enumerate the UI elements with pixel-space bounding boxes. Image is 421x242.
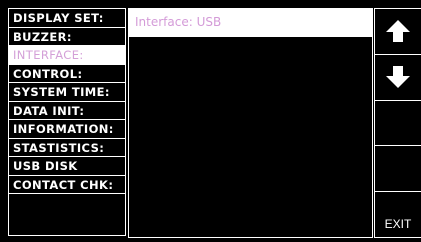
menu-item-contact-chk[interactable]: CONTACT CHK: xyxy=(9,176,125,194)
down-softkey[interactable] xyxy=(375,55,421,101)
menu-item-data-init[interactable]: DATA INIT: xyxy=(9,102,125,120)
blank-softkey-4[interactable] xyxy=(375,146,421,193)
detail-panel: Interface: USB xyxy=(128,8,373,238)
up-softkey[interactable] xyxy=(375,9,421,55)
settings-menu: DISPLAY SET: BUZZER: INTERFACE: CONTROL:… xyxy=(8,8,126,236)
menu-item-interface[interactable]: INTERFACE: xyxy=(9,46,125,65)
menu-item-information[interactable]: INFORMATION: xyxy=(9,120,125,139)
menu-item-statistics[interactable]: STASTISTICS: xyxy=(9,139,125,157)
arrow-up-icon xyxy=(386,20,410,43)
menu-item-display-set[interactable]: DISPLAY SET: xyxy=(9,9,125,28)
menu-item-usb-disk[interactable]: USB DISK xyxy=(9,157,125,176)
menu-item-system-time[interactable]: SYSTEM TIME: xyxy=(9,83,125,102)
exit-label: EXIT xyxy=(384,216,412,231)
menu-item-control[interactable]: CONTROL: xyxy=(9,65,125,83)
panel-header: Interface: USB xyxy=(129,9,372,37)
instrument-screen: DISPLAY SET: BUZZER: INTERFACE: CONTROL:… xyxy=(0,0,421,242)
arrow-down-icon xyxy=(386,66,410,89)
exit-softkey[interactable]: EXIT xyxy=(375,192,421,237)
softkey-column: EXIT xyxy=(374,8,421,238)
blank-softkey-3[interactable] xyxy=(375,101,421,147)
menu-item-buzzer[interactable]: BUZZER: xyxy=(9,28,125,46)
